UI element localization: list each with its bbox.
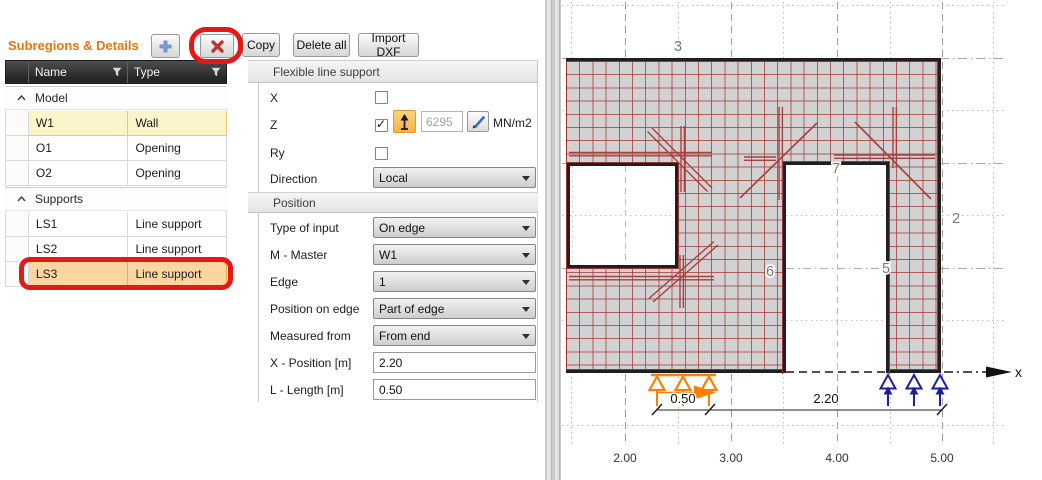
z-stiffness-checkbox[interactable] [375, 119, 388, 132]
edge-label-opening-left: 6 [766, 264, 774, 280]
cell-name[interactable]: O1 [29, 136, 129, 161]
caret-down-icon [522, 176, 530, 181]
divider [537, 60, 538, 402]
divider [258, 213, 259, 402]
cell-type[interactable]: Opening [128, 136, 227, 161]
cell-name[interactable]: LS2 [29, 237, 129, 262]
cell-type[interactable]: Line support [128, 237, 227, 262]
pencil-icon [470, 114, 486, 129]
edge-label: Edge [270, 275, 298, 289]
direction-dropdown[interactable]: Local [373, 167, 536, 188]
divider [258, 83, 259, 192]
edge-label-opening-top: 7 [832, 161, 840, 177]
dimension-label-large: 2.20 [813, 391, 838, 406]
table-row-o1[interactable]: O1 Opening [5, 136, 227, 161]
z-direction-button[interactable] [393, 110, 416, 133]
cell-name[interactable]: LS1 [29, 212, 129, 237]
section-header-position: Position [248, 192, 538, 213]
direction-label: Direction [270, 172, 317, 186]
cell-type[interactable]: Line support [128, 212, 227, 237]
dimension-label-small: 0.50 [670, 391, 695, 406]
caret-down-icon [522, 307, 530, 312]
funnel-icon[interactable] [112, 67, 122, 77]
cell-type[interactable]: Line support [128, 262, 227, 287]
measured-from-dropdown[interactable]: From end [373, 325, 536, 346]
edge-label-opening-right: 5 [882, 261, 890, 277]
caret-down-icon [522, 334, 530, 339]
panel-splitter[interactable] [544, 0, 562, 480]
ruler-label: 3.00 [719, 451, 743, 465]
cell-name[interactable]: LS3 [29, 262, 129, 287]
position-on-edge-label: Position on edge [270, 302, 359, 316]
z-stiffness-unit: MN/m2 [493, 116, 532, 130]
table-header-indicator [6, 61, 29, 83]
panel-title: Subregions & Details [8, 38, 139, 53]
table-row-o2[interactable]: O2 Opening [5, 161, 227, 186]
section-header-flexible-line-support: Flexible line support [248, 60, 538, 83]
table-header-row: Name Type [5, 60, 227, 84]
group-row-model[interactable]: Model [5, 86, 227, 110]
table-header-name[interactable]: Name [29, 61, 128, 83]
delete-button[interactable] [200, 34, 234, 58]
import-dxf-button[interactable]: Import DXF [358, 33, 419, 57]
plus-icon [159, 40, 172, 53]
funnel-icon[interactable] [211, 67, 221, 77]
table-row-w1[interactable]: W1 Wall [5, 111, 227, 136]
mesh-refinement-lines [569, 107, 935, 308]
z-stiffness-value-input[interactable] [421, 111, 463, 132]
group-row-supports[interactable]: Supports [5, 187, 227, 211]
chevron-up-icon [17, 95, 26, 101]
x-position-label: X - Position [m] [270, 356, 351, 370]
x-stiffness-label: X [270, 91, 278, 105]
x-axis: x [786, 364, 1022, 380]
l-length-label: L - Length [m] [270, 383, 344, 397]
edit-stiffness-button[interactable] [467, 111, 489, 132]
ry-stiffness-label: Ry [270, 146, 285, 160]
x-position-input[interactable] [373, 352, 536, 373]
master-dropdown[interactable]: W1 [373, 244, 536, 265]
application-window: Subregions & Details Copy Delete all Imp… [0, 0, 1042, 480]
cell-type[interactable]: Wall [128, 111, 227, 136]
ruler-label: 5.00 [930, 451, 954, 465]
axis-x-label: x [1015, 364, 1022, 380]
cell-name[interactable]: O2 [29, 161, 129, 186]
table-row-ls1[interactable]: LS1 Line support [5, 212, 227, 237]
ruler-label: 2.00 [613, 451, 637, 465]
edge-dropdown[interactable]: 1 [373, 271, 536, 292]
x-icon [211, 40, 224, 53]
type-of-input-label: Type of input [270, 221, 339, 235]
ry-stiffness-checkbox[interactable] [375, 147, 388, 160]
copy-button[interactable]: Copy [242, 33, 280, 57]
edge-label-top: 3 [674, 39, 682, 55]
up-arrow-icon [397, 113, 412, 130]
caret-down-icon [522, 253, 530, 258]
ruler-labels: 2.00 3.00 4.00 5.00 [613, 451, 954, 465]
cell-name[interactable]: W1 [29, 111, 129, 136]
z-stiffness-label: Z [270, 118, 277, 132]
right-arrow-icon [986, 367, 1012, 378]
line-support-navy[interactable] [881, 375, 948, 406]
cell-type[interactable]: Opening [128, 161, 227, 186]
ruler-label: 4.00 [825, 451, 849, 465]
table-row-ls2[interactable]: LS2 Line support [5, 237, 227, 262]
drawing-canvas[interactable]: x 0.50 2.20 3 2 7 6 5 2.00 3.00 4.00 [562, 0, 1042, 480]
table-row-ls3-selected[interactable]: LS3 Line support [5, 262, 227, 287]
edge-label-right: 2 [952, 211, 960, 227]
delete-all-button[interactable]: Delete all [293, 33, 350, 57]
add-button[interactable] [151, 34, 180, 58]
position-on-edge-dropdown[interactable]: Part of edge [373, 298, 536, 319]
chevron-up-icon [17, 196, 26, 202]
type-of-input-dropdown[interactable]: On edge [373, 217, 536, 238]
measured-from-label: Measured from [270, 329, 351, 343]
caret-down-icon [522, 280, 530, 285]
edge-labels: 3 2 7 6 5 [674, 39, 960, 280]
table-header-type[interactable]: Type [128, 61, 226, 83]
x-stiffness-checkbox[interactable] [375, 91, 388, 104]
master-label: M - Master [270, 248, 327, 262]
caret-down-icon [522, 226, 530, 231]
l-length-input[interactable] [373, 379, 536, 400]
